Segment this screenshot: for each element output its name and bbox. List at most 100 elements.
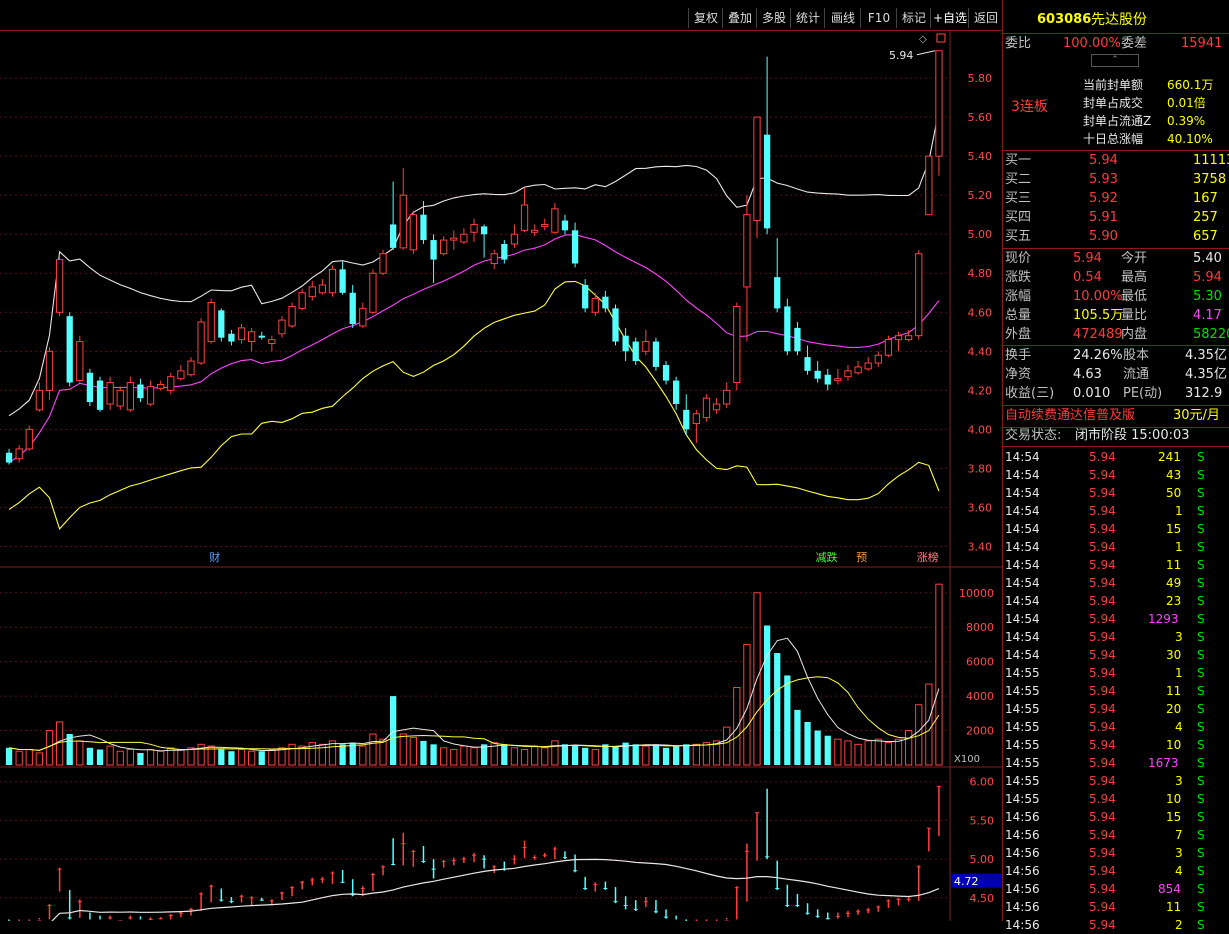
tick-row: 14:54 5.94 1 S (1003, 502, 1229, 520)
tick-side: S (1197, 630, 1205, 644)
tick-volume: 4 (1175, 864, 1183, 878)
toolbar-button-1[interactable]: 叠加 (722, 8, 757, 28)
promo-text[interactable]: 自动续费通达信普及版 (1005, 407, 1135, 425)
tick-side: S (1197, 702, 1205, 716)
buy-level-row[interactable]: 买四 5.91 257 (1003, 209, 1229, 227)
buy-level-price: 5.91 (1089, 210, 1118, 225)
candle-body (288, 305, 296, 327)
tick-row: 14:54 5.94 3 S (1003, 628, 1229, 646)
candle-body (86, 372, 94, 403)
promo-price[interactable]: 30元/月 (1173, 407, 1220, 425)
buy-level-label: 买四 (1005, 210, 1032, 225)
toolbar-button-3[interactable]: 统计 (790, 8, 825, 28)
volume-tick-label: 10000 (959, 587, 994, 600)
candle-body (157, 383, 165, 389)
volume-bar (854, 743, 862, 766)
candle-body (126, 382, 134, 411)
candle-body (45, 350, 54, 391)
volume-bar (177, 749, 185, 766)
candle-body (430, 240, 437, 260)
stat-label: 流通 (1123, 367, 1150, 382)
toolbar-button-4[interactable]: 画线 (824, 8, 861, 28)
tick-price: 5.94 (1089, 810, 1116, 824)
buy-level-price: 5.93 (1089, 172, 1118, 187)
toolbar-button-6[interactable]: 标记 (896, 8, 931, 28)
buy-level-row[interactable]: 买二 5.93 3758 (1003, 171, 1229, 189)
tick-time: 14:55 (1005, 702, 1040, 716)
collapse-toggle[interactable]: ⌃ (1091, 54, 1139, 67)
tick-volume: 23 (1166, 594, 1182, 608)
candle-body (369, 272, 377, 313)
toolbar-button-5[interactable]: F10 (860, 8, 897, 28)
stock-code: 603086 (1037, 12, 1092, 27)
tick-time: 14:55 (1005, 684, 1040, 698)
tick-time: 14:55 (1005, 720, 1040, 734)
candle-body (15, 448, 23, 460)
volume-bar (551, 740, 559, 766)
candle-body (844, 370, 852, 378)
candle-body (268, 339, 276, 345)
tick-side: S (1197, 468, 1205, 482)
tick-side: S (1197, 882, 1205, 896)
tick-side: S (1197, 756, 1205, 770)
buy-level-volume: 657 (1193, 229, 1218, 244)
tick-volume: 1 (1175, 540, 1183, 554)
toolbar-button-8[interactable]: 返回 (968, 8, 1003, 28)
toolbar-button-7[interactable]: +自选 (930, 8, 969, 28)
tick-row: 14:55 5.94 10 S (1003, 736, 1229, 754)
toolbar-button-2[interactable]: 多股 (756, 8, 791, 28)
candle-body (541, 223, 549, 227)
candle-body (692, 413, 700, 425)
price-tick-label: 3.40 (968, 540, 993, 553)
volume-bar (935, 583, 943, 766)
volume-bar (612, 746, 619, 765)
buy-level-row[interactable]: 买五 5.90 657 (1003, 228, 1229, 246)
buy-level-row[interactable]: 买一 5.94 11113 (1003, 152, 1229, 170)
tick-price: 5.94 (1089, 468, 1116, 482)
volume-bar (288, 743, 296, 766)
quote-row: 总量 105.5万 量比 4.17 (1003, 307, 1229, 325)
tick-price: 5.94 (1089, 558, 1116, 572)
volume-bar (390, 696, 397, 765)
tick-volume: 30 (1166, 648, 1182, 662)
price-tick-label: 5.80 (968, 72, 993, 85)
candle-body (874, 354, 882, 364)
tick-volume: 11 (1166, 900, 1182, 914)
candle-body (197, 321, 205, 364)
tick-price: 5.94 (1089, 486, 1116, 500)
volume-bar (642, 745, 650, 766)
tick-row: 14:54 5.94 23 S (1003, 592, 1229, 610)
kline-svg: 5.80 5.60 5.40 5.20 5.00 4.80 4.60 4.40 4.20 4.00… (0, 31, 1002, 934)
candle-body (561, 220, 569, 231)
candle-body (228, 333, 235, 342)
volume-bar (784, 675, 791, 765)
volume-bar (339, 744, 346, 765)
volume-bar (146, 749, 155, 766)
seal-value: 40.10% (1167, 132, 1213, 146)
tick-row: 14:54 5.94 50 S (1003, 484, 1229, 502)
tick-price: 5.94 (1089, 648, 1116, 662)
candle-body (834, 378, 842, 382)
candle-body (712, 403, 721, 411)
tick-price: 5.94 (1089, 702, 1116, 716)
tick-time: 14:56 (1005, 846, 1040, 860)
buy-level-label: 买三 (1005, 191, 1032, 206)
quote-value: 5.94 (1193, 270, 1222, 285)
tick-time: 14:54 (1005, 540, 1040, 554)
buy-level-row[interactable]: 买三 5.92 167 (1003, 190, 1229, 208)
volume-bar (5, 747, 13, 765)
toolbar-button-0[interactable]: 复权 (688, 8, 723, 28)
volume-bar (834, 738, 842, 766)
tick-side: S (1197, 612, 1205, 626)
kline-chart[interactable]: 5.80 5.60 5.40 5.20 5.00 4.80 4.60 4.40 4.20 4.00… (0, 31, 1002, 934)
volume-bar (369, 733, 377, 766)
candle-body (510, 233, 519, 245)
stock-name: 先达股份 (1091, 12, 1147, 28)
tick-time: 14:54 (1005, 504, 1040, 518)
lower-marker-label: 4.72 (954, 875, 979, 888)
seal-row: 封单占成交 0.01倍 (1003, 94, 1229, 112)
volume-bar (76, 740, 84, 766)
volume-bar (692, 743, 700, 766)
candle-body (218, 310, 225, 338)
tick-volume: 854 (1158, 882, 1181, 896)
